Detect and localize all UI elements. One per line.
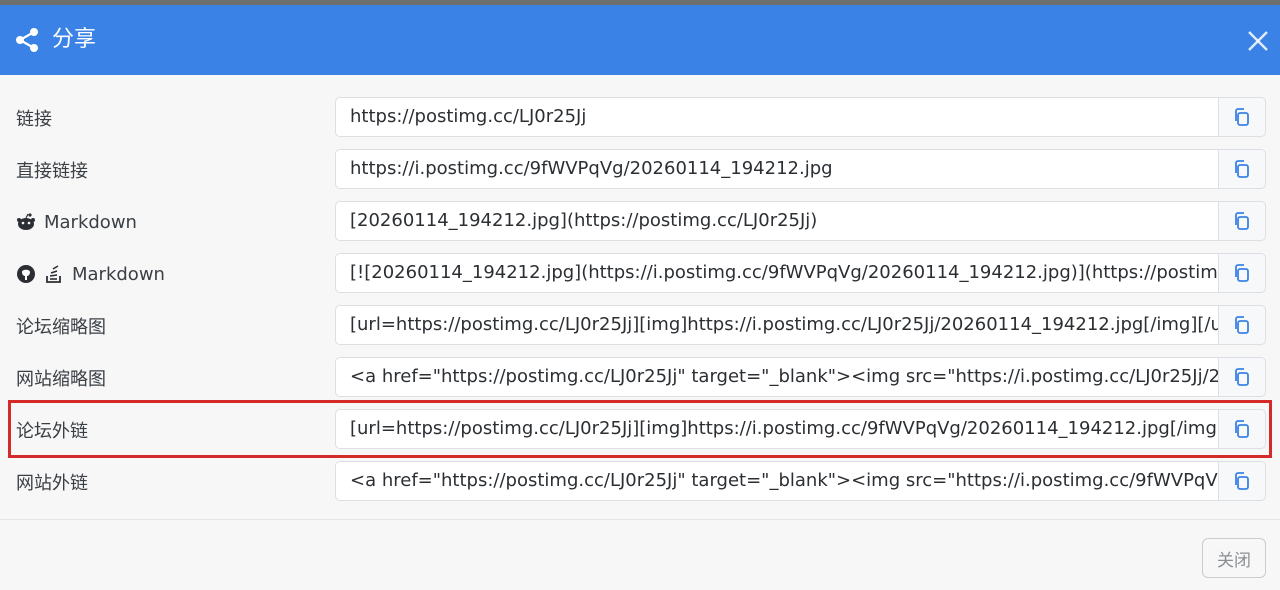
share-row-direct-link: 直接链接 https://i.postimg.cc/9fWVPqVg/20260… <box>0 144 1280 196</box>
share-row-markdown-github: Markdown [![20260114_194212.jpg](https:/… <box>0 248 1280 300</box>
website-thumbnail-field[interactable]: <a href="https://postimg.cc/LJ0r25Jj" ta… <box>335 357 1218 397</box>
forum-thumbnail-field[interactable]: [url=https://postimg.cc/LJ0r25Jj][img]ht… <box>335 305 1218 345</box>
share-icon <box>16 28 38 52</box>
stackoverflow-icon <box>46 265 61 283</box>
share-row-markdown-reddit: Markdown [20260114_194212.jpg](https://p… <box>0 196 1280 248</box>
copy-button[interactable] <box>1218 409 1266 449</box>
copy-button[interactable] <box>1218 461 1266 501</box>
row-label-text: Markdown <box>44 211 137 233</box>
row-label: 链接 <box>16 92 52 144</box>
row-label: 网站缩略图 <box>16 352 106 404</box>
dialog-header: 分享 <box>0 5 1280 75</box>
row-label-text: 论坛缩略图 <box>16 317 106 338</box>
share-row-website-thumbnail: 网站缩略图 <a href="https://postimg.cc/LJ0r25… <box>0 352 1280 404</box>
markdown-reddit-field[interactable]: [20260114_194212.jpg](https://postimg.cc… <box>335 201 1218 241</box>
row-label: 直接链接 <box>16 144 88 196</box>
copy-button[interactable] <box>1218 97 1266 137</box>
row-label-text: 直接链接 <box>16 161 88 182</box>
row-label-text: 网站外链 <box>16 473 88 494</box>
share-row-forum-hotlink: 论坛外链 [url=https://postimg.cc/LJ0r25Jj][i… <box>0 404 1280 456</box>
row-label: 论坛外链 <box>16 404 88 456</box>
copy-button[interactable] <box>1218 149 1266 189</box>
copy-icon <box>1235 160 1249 178</box>
copy-icon <box>1235 108 1249 126</box>
github-icon <box>17 265 35 283</box>
row-label: 论坛缩略图 <box>16 300 106 352</box>
reddit-icon <box>17 213 35 230</box>
copy-icon <box>1235 264 1249 282</box>
copy-icon <box>1235 472 1249 490</box>
copy-icon <box>1235 316 1249 334</box>
row-label-text: 网站缩略图 <box>16 369 106 390</box>
share-row-website-hotlink: 网站外链 <a href="https://postimg.cc/LJ0r25J… <box>0 456 1280 508</box>
copy-icon <box>1235 212 1249 230</box>
footer-divider <box>0 519 1280 520</box>
website-hotlink-field[interactable]: <a href="https://postimg.cc/LJ0r25Jj" ta… <box>335 461 1218 501</box>
close-button[interactable]: 关闭 <box>1202 538 1266 578</box>
copy-button[interactable] <box>1218 357 1266 397</box>
dialog-body: 链接 https://postimg.cc/LJ0r25Jj 直接链接 http… <box>0 75 1280 519</box>
row-label: Markdown <box>16 248 165 300</box>
dialog-title: 分享 <box>52 27 97 52</box>
share-dialog: 分享 链接 https://postimg.cc/LJ0r25Jj 直接链接 h… <box>0 5 1280 590</box>
copy-button[interactable] <box>1218 253 1266 293</box>
row-label: 网站外链 <box>16 456 88 508</box>
share-row-forum-thumbnail: 论坛缩略图 [url=https://postimg.cc/LJ0r25Jj][… <box>0 300 1280 352</box>
forum-hotlink-field[interactable]: [url=https://postimg.cc/LJ0r25Jj][img]ht… <box>335 409 1218 449</box>
markdown-github-field[interactable]: [![20260114_194212.jpg](https://i.postim… <box>335 253 1218 293</box>
close-icon[interactable] <box>1244 27 1272 55</box>
copy-button[interactable] <box>1218 201 1266 241</box>
share-row-link: 链接 https://postimg.cc/LJ0r25Jj <box>0 92 1280 144</box>
row-label-text: 论坛外链 <box>16 421 88 442</box>
row-label: Markdown <box>16 196 137 248</box>
copy-icon <box>1235 420 1249 438</box>
copy-button[interactable] <box>1218 305 1266 345</box>
copy-icon <box>1235 368 1249 386</box>
row-label-text: 链接 <box>16 109 52 130</box>
row-label-text: Markdown <box>72 263 165 285</box>
direct-link-field[interactable]: https://i.postimg.cc/9fWVPqVg/20260114_1… <box>335 149 1218 189</box>
link-field[interactable]: https://postimg.cc/LJ0r25Jj <box>335 97 1218 137</box>
